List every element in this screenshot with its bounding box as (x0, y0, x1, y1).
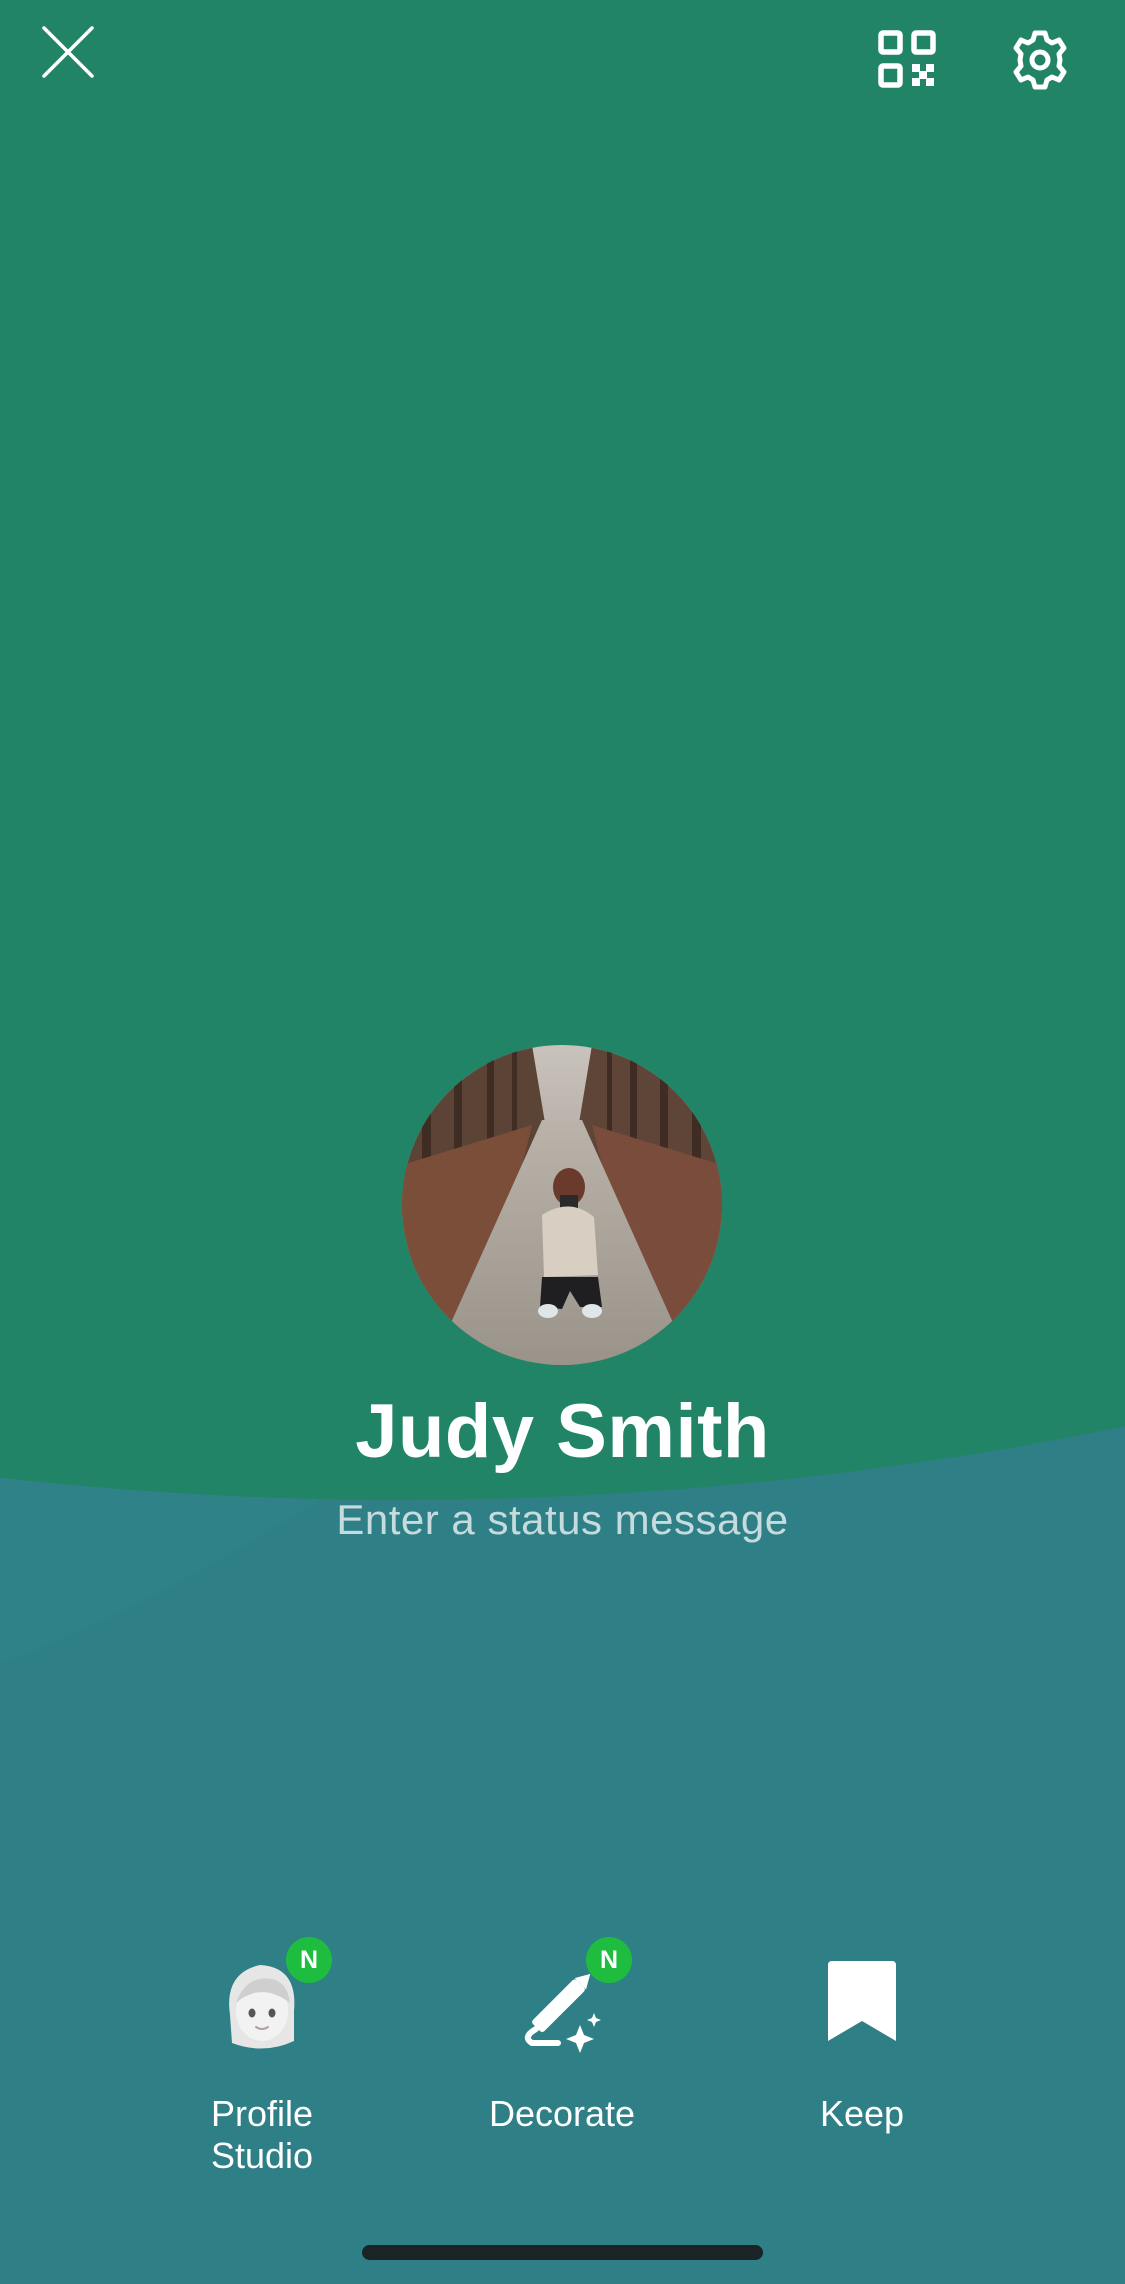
qr-code-button[interactable] (876, 28, 938, 90)
new-badge: N (286, 1937, 332, 1983)
gear-icon (1013, 30, 1067, 90)
new-badge: N (586, 1937, 632, 1983)
profile-studio-button[interactable]: N Profile Studio (152, 1937, 372, 2177)
profile-name[interactable]: Judy Smith (0, 1388, 1125, 1475)
keep-button[interactable]: Keep (752, 1945, 972, 2135)
decorate-label: Decorate (488, 2093, 636, 2134)
home-indicator[interactable] (362, 2245, 763, 2260)
keep-icon-wrap (802, 1945, 922, 2065)
qr-code-icon (878, 30, 936, 88)
profile-photo[interactable] (402, 1045, 722, 1365)
profile-studio-label: Profile Studio (210, 2093, 314, 2176)
status-message-field[interactable]: Enter a status message (0, 1496, 1125, 1544)
keep-label: Keep (819, 2093, 905, 2134)
decorate-button[interactable]: N Decorate (452, 1937, 672, 2135)
close-icon (42, 26, 94, 78)
close-button[interactable] (36, 20, 100, 84)
profile-photo-image (402, 1045, 722, 1365)
bookmark-icon (828, 1961, 896, 2041)
decorate-icon-wrap: N (502, 1937, 632, 2065)
profile-studio-icon-wrap: N (202, 1937, 332, 2065)
settings-button[interactable] (1004, 24, 1076, 96)
